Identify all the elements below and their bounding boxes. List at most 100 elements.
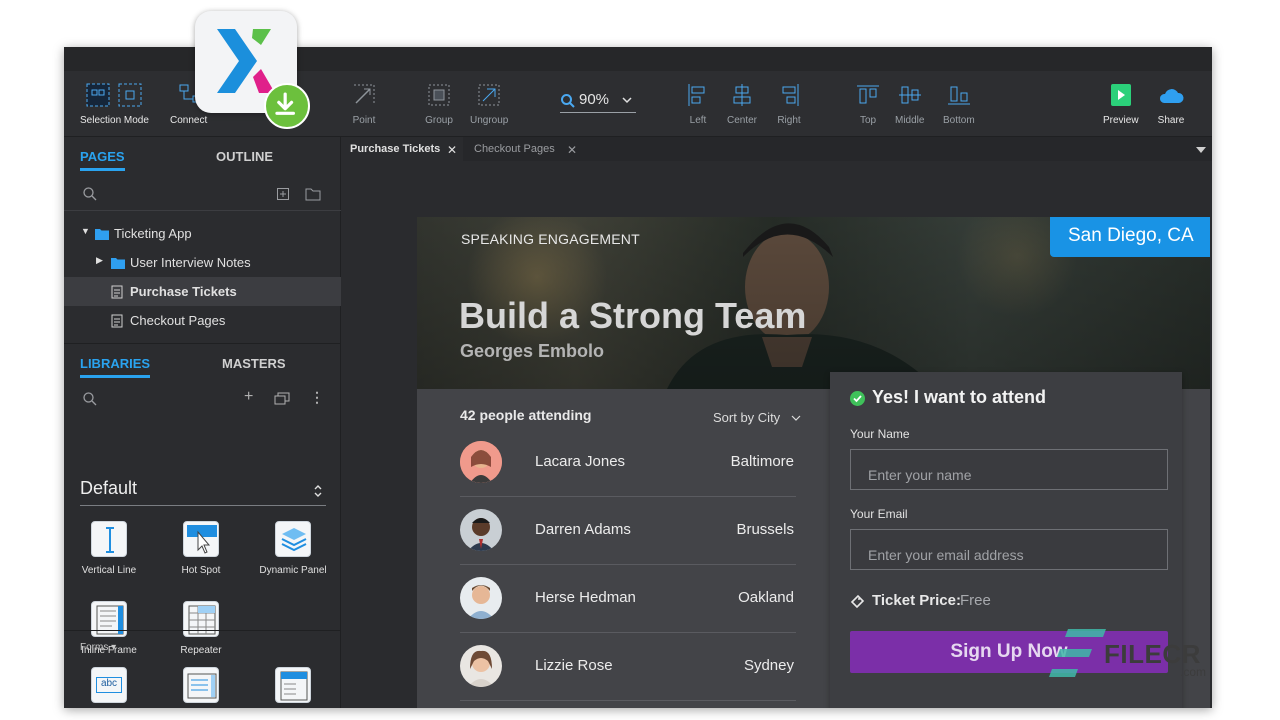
- attendee-row[interactable]: Herse Hedman Oakland: [460, 565, 796, 633]
- add-folder-icon[interactable]: [305, 187, 321, 201]
- tab-masters[interactable]: MASTERS: [222, 356, 286, 371]
- align-center-button[interactable]: Center: [727, 81, 757, 126]
- align-bottom-label: Bottom: [943, 115, 975, 126]
- folder-icon: [111, 257, 125, 269]
- align-left-button[interactable]: Left: [684, 81, 712, 126]
- align-right-label: Right: [775, 115, 803, 126]
- close-icon[interactable]: ✕: [567, 143, 577, 157]
- download-badge: [264, 83, 310, 129]
- align-right-button[interactable]: Right: [775, 81, 803, 126]
- ungroup-button[interactable]: Ungroup: [470, 81, 508, 126]
- attendee-row[interactable]: Lizzie Rose Sydney: [460, 633, 796, 701]
- align-center-label: Center: [727, 115, 757, 126]
- pages-search[interactable]: [64, 177, 341, 211]
- page-icon: [111, 285, 123, 299]
- group-icon: [425, 81, 453, 109]
- text-area-icon: [183, 667, 219, 703]
- search-icon: [560, 93, 576, 109]
- library-select[interactable]: Default: [80, 478, 326, 506]
- widget-droplist[interactable]: [248, 667, 338, 708]
- align-top-label: Top: [854, 115, 882, 126]
- align-right-icon: [775, 81, 803, 109]
- hero-title: Build a Strong Team: [459, 295, 806, 337]
- align-top-button[interactable]: Top: [854, 81, 882, 126]
- preview-label: Preview: [1103, 115, 1139, 126]
- watermark: FILECR .com: [1048, 627, 1213, 683]
- watermark-tld: .com: [1180, 665, 1206, 679]
- selection-mode-button[interactable]: Selection Mode: [80, 81, 149, 126]
- expand-arrow-icon: ▶: [96, 255, 103, 266]
- widget-repeater[interactable]: Repeater: [156, 601, 246, 656]
- tree-item-user-interview-notes[interactable]: ▶ User Interview Notes: [64, 248, 341, 277]
- cloud-icon: [1157, 81, 1185, 109]
- point-label: Point: [350, 115, 378, 126]
- attendee-city: Brussels: [736, 521, 794, 538]
- avatar: [460, 645, 502, 687]
- hero-banner: SPEAKING ENGAGEMENT Build a Strong Team …: [417, 217, 1210, 389]
- tab-checkout-pages[interactable]: Checkout Pages ✕: [463, 137, 588, 161]
- align-bottom-icon: [945, 81, 973, 109]
- widget-text-field[interactable]: abc: [64, 667, 154, 708]
- form-title-text: Yes! I want to attend: [872, 387, 1046, 408]
- widget-label: Repeater: [180, 645, 221, 656]
- zoom-dropdown[interactable]: 90%: [560, 91, 636, 113]
- widget-dynamic-panel[interactable]: Dynamic Panel: [248, 521, 338, 576]
- app-window: Selection Mode Connect Point Group Ungro…: [64, 47, 1212, 708]
- attending-count: 42 people attending: [460, 407, 591, 423]
- align-bottom-button[interactable]: Bottom: [943, 81, 975, 126]
- tree-item-label: Ticketing App: [114, 226, 192, 241]
- hero-tag: SPEAKING ENGAGEMENT: [461, 231, 640, 247]
- share-button[interactable]: Share: [1157, 81, 1185, 126]
- tab-menu-chevron-icon[interactable]: [1196, 147, 1206, 153]
- name-input[interactable]: [850, 449, 1168, 490]
- align-middle-button[interactable]: Middle: [895, 81, 924, 126]
- hot-spot-icon: [183, 521, 219, 557]
- library-select-value: Default: [80, 478, 137, 498]
- forms-section-header[interactable]: Forms ▾: [80, 642, 116, 653]
- point-icon: [350, 81, 378, 109]
- attendee-name: Herse Hedman: [535, 589, 636, 606]
- tab-purchase-tickets[interactable]: Purchase Tickets ✕: [341, 137, 463, 161]
- tree-item-checkout-pages[interactable]: Checkout Pages: [64, 306, 341, 335]
- widget-hot-spot[interactable]: Hot Spot: [156, 521, 246, 576]
- left-panel: PAGES OUTLINE ▼ Ticketing App ▶ User Int…: [64, 137, 341, 708]
- libraries-panel-tabs: LIBRARIES MASTERS: [64, 343, 341, 377]
- attendee-row[interactable]: Lacara Jones Baltimore: [460, 429, 796, 497]
- pages-panel-tabs: PAGES OUTLINE: [64, 137, 341, 171]
- name-label: Your Name: [850, 427, 910, 441]
- align-middle-icon: [896, 81, 924, 109]
- dynamic-panel-icon: [275, 521, 311, 557]
- tab-outline[interactable]: OUTLINE: [216, 149, 273, 164]
- more-options-icon[interactable]: ⋮: [310, 389, 324, 406]
- page-icon: [111, 314, 123, 328]
- tree-item-label: Purchase Tickets: [130, 284, 237, 299]
- avatar: [460, 509, 502, 551]
- tree-item-purchase-tickets[interactable]: Purchase Tickets: [64, 277, 341, 306]
- location-badge: San Diego, CA: [1050, 217, 1210, 257]
- tab-libraries[interactable]: LIBRARIES: [80, 356, 150, 371]
- speaker-name: Georges Embolo: [460, 341, 604, 362]
- tree-item-ticketing-app[interactable]: ▼ Ticketing App: [64, 219, 341, 248]
- connect-label: Connect: [170, 115, 207, 126]
- attendee-row[interactable]: Darren Adams Brussels: [460, 497, 796, 565]
- add-library-icon[interactable]: +: [244, 388, 253, 406]
- copy-icon[interactable]: [274, 392, 290, 406]
- widget-text-area[interactable]: [156, 667, 246, 708]
- close-icon[interactable]: ✕: [447, 143, 457, 157]
- group-label: Group: [425, 115, 453, 126]
- group-button[interactable]: Group: [425, 81, 453, 126]
- ungroup-icon: [475, 81, 503, 109]
- widget-label: Hot Spot: [182, 565, 221, 576]
- widget-vertical-line[interactable]: Vertical Line: [64, 521, 154, 576]
- add-page-icon[interactable]: [276, 187, 290, 201]
- preview-button[interactable]: Preview: [1103, 81, 1139, 126]
- attendee-name: Darren Adams: [535, 521, 631, 538]
- libraries-search[interactable]: + ⋮: [64, 382, 341, 416]
- attendee-city: Oakland: [738, 589, 794, 606]
- email-input[interactable]: [850, 529, 1168, 570]
- sort-dropdown[interactable]: Sort by City: [713, 410, 780, 425]
- point-button[interactable]: Point: [350, 81, 378, 126]
- tab-pages[interactable]: PAGES: [80, 149, 125, 164]
- align-middle-label: Middle: [895, 115, 924, 126]
- email-label: Your Email: [850, 507, 908, 521]
